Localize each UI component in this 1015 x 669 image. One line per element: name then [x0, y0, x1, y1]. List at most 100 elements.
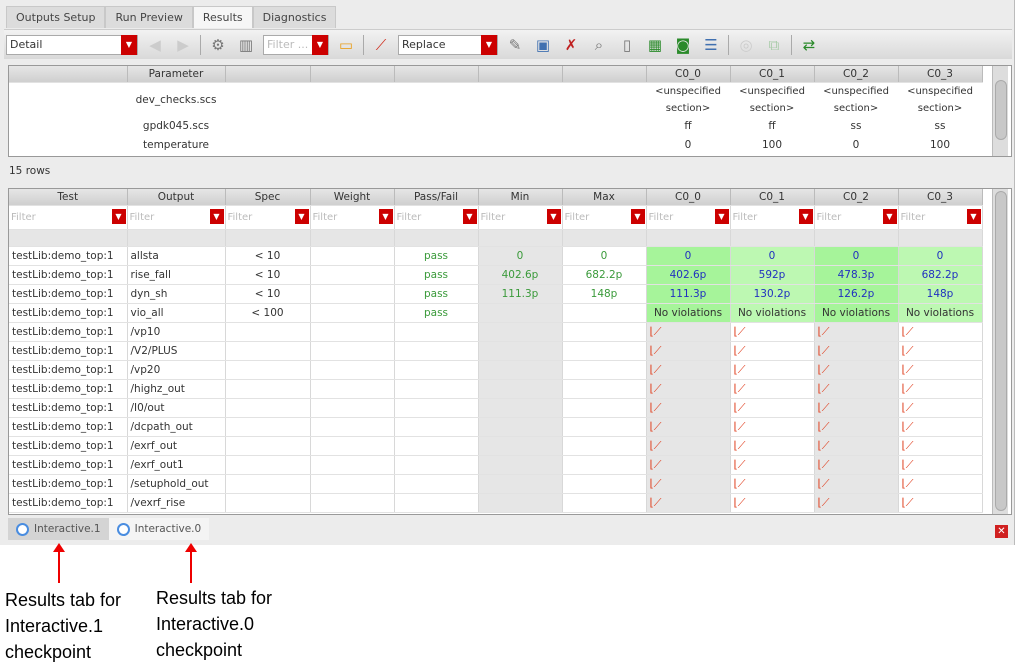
column-header[interactable]: Parameter [127, 66, 226, 83]
hierarchy-icon[interactable]: ⧉ [763, 34, 785, 56]
plot-icon[interactable]: ⌊⟋ [818, 439, 830, 452]
plot-icon[interactable]: ⌊⟋ [650, 458, 662, 471]
plot-cell[interactable]: ⌊⟋ [898, 436, 983, 456]
plot-cell[interactable]: ⌊⟋ [646, 436, 731, 456]
plot-cell[interactable]: ⌊⟋ [898, 474, 983, 494]
column-header[interactable]: C0_3 [898, 66, 983, 83]
plot-icon[interactable]: ⌊⟋ [734, 382, 746, 395]
plot-cell[interactable]: ⌊⟋ [814, 417, 899, 437]
annotate-icon[interactable]: ▭ [335, 34, 357, 56]
column-header[interactable]: Output [127, 189, 226, 206]
column-header[interactable]: C0_2 [814, 189, 899, 206]
plot-cell[interactable]: ⌊⟋ [814, 398, 899, 418]
plot-icon[interactable]: ⌊⟋ [818, 363, 830, 376]
plot-icon[interactable]: ⌊⟋ [734, 420, 746, 433]
plot-icon[interactable]: ⌊⟋ [650, 325, 662, 338]
plot-cell[interactable]: ⌊⟋ [730, 474, 815, 494]
plot-icon[interactable]: ⌊⟋ [734, 363, 746, 376]
plot-cell[interactable]: ⌊⟋ [814, 360, 899, 380]
plot-cell[interactable]: ⌊⟋ [646, 493, 731, 513]
plot-cell[interactable]: ⌊⟋ [646, 455, 731, 475]
tab-results[interactable]: Results [192, 6, 253, 28]
chevron-down-icon[interactable]: ▼ [546, 208, 561, 224]
table-row[interactable]: testLib:demo_top:1/exrf_out1 ⌊⟋ ⌊⟋ ⌊⟋ ⌊⟋ [9, 455, 983, 475]
zoom-icon[interactable]: ⌕ [588, 34, 610, 56]
table-row[interactable]: testLib:demo_top:1/highz_out ⌊⟋ ⌊⟋ ⌊⟋ ⌊⟋ [9, 379, 983, 399]
plot-icon[interactable]: ⌊⟋ [818, 325, 830, 338]
plot-icon[interactable]: ⌊⟋ [818, 382, 830, 395]
column-filter[interactable]: Filter ▼ [310, 205, 395, 230]
scrollbar[interactable] [992, 66, 1008, 156]
column-header[interactable] [310, 66, 395, 83]
plot-cell[interactable]: ⌊⟋ [646, 322, 731, 342]
gear-icon[interactable]: ⚙ [207, 34, 229, 56]
chevron-down-icon[interactable]: ▼ [209, 208, 224, 224]
column-filter[interactable]: Filter ▼ [562, 205, 647, 230]
terminal-icon[interactable]: ▦ [644, 34, 666, 56]
chevron-down-icon[interactable]: ▼ [882, 208, 897, 224]
plot-icon[interactable]: ⌊⟋ [902, 458, 914, 471]
column-filter[interactable]: Filter ▼ [730, 205, 815, 230]
plot-icon[interactable]: ⌊⟋ [650, 477, 662, 490]
columns-icon[interactable]: ▥ [235, 34, 257, 56]
column-filter[interactable]: Filter ▼ [814, 205, 899, 230]
stop-icon[interactable]: ◎ [735, 34, 757, 56]
tab-interactive-1[interactable]: Interactive.1 [8, 518, 109, 540]
column-header[interactable] [225, 66, 311, 83]
chevron-down-icon[interactable]: ▼ [630, 208, 645, 224]
plot-icon[interactable]: ⌊⟋ [650, 382, 662, 395]
plot-icon[interactable]: ⌊⟋ [902, 477, 914, 490]
pass-fail-icon[interactable]: ✗ [560, 34, 582, 56]
plot-icon[interactable]: ⌊⟋ [650, 401, 662, 414]
chevron-down-icon[interactable]: ▼ [462, 208, 477, 224]
plot-cell[interactable]: ⌊⟋ [730, 493, 815, 513]
plot-cell[interactable]: ⌊⟋ [730, 455, 815, 475]
table-row[interactable]: testLib:demo_top:1 dyn_sh < 10 pass 111.3p 14… [9, 284, 983, 304]
plot-icon[interactable]: ⌊⟋ [650, 439, 662, 452]
plot-icon[interactable]: ⌊⟋ [734, 458, 746, 471]
scrollbar-thumb[interactable] [995, 191, 1007, 511]
plot-cell[interactable]: ⌊⟋ [646, 379, 731, 399]
plot-icon[interactable]: ⌊⟋ [818, 458, 830, 471]
plot-cell[interactable]: ⌊⟋ [898, 360, 983, 380]
column-header[interactable]: Weight [310, 189, 395, 206]
plot-icon[interactable]: ⌊⟋ [734, 325, 746, 338]
plot-cell[interactable]: ⌊⟋ [646, 417, 731, 437]
filter-select[interactable]: Filter ... ▼ [263, 34, 329, 55]
plot-icon[interactable]: ⌊⟋ [650, 363, 662, 376]
plot-icon[interactable]: ⌊⟋ [902, 325, 914, 338]
column-header[interactable]: Min [478, 189, 563, 206]
column-header[interactable]: C0_1 [730, 66, 815, 83]
table-row[interactable]: testLib:demo_top:1/vp10 ⌊⟋ ⌊⟋ ⌊⟋ ⌊⟋ [9, 322, 983, 342]
forward-icon[interactable]: ▶ [172, 34, 194, 56]
column-filter[interactable]: Filter ▼ [646, 205, 731, 230]
plot-cell[interactable]: ⌊⟋ [898, 322, 983, 342]
column-header[interactable] [394, 66, 479, 83]
plot-mode-select[interactable]: Replace ▼ [398, 34, 498, 55]
plot-cell[interactable]: ⌊⟋ [730, 398, 815, 418]
plot-icon[interactable]: ⌊⟋ [902, 363, 914, 376]
column-filter[interactable]: Filter ▼ [478, 205, 563, 230]
table-row[interactable]: testLib:demo_top:1/vexrf_rise ⌊⟋ ⌊⟋ ⌊⟋ ⌊⟋ [9, 493, 983, 513]
database-icon[interactable]: ☰ [700, 34, 722, 56]
edit-icon[interactable]: ✎ [504, 34, 526, 56]
table-row[interactable]: testLib:demo_top:1/dcpath_out ⌊⟋ ⌊⟋ ⌊⟋ ⌊⟋ [9, 417, 983, 437]
plot-icon[interactable]: ⌊⟋ [734, 477, 746, 490]
plot-icon[interactable]: ⌊⟋ [902, 344, 914, 357]
plot-cell[interactable]: ⌊⟋ [814, 436, 899, 456]
chevron-down-icon[interactable]: ▼ [798, 208, 813, 224]
save-icon[interactable]: ▣ [532, 34, 554, 56]
export-icon[interactable]: ◙ [672, 34, 694, 56]
plot-cell[interactable]: ⌊⟋ [730, 417, 815, 437]
plot-icon[interactable]: ⌊⟋ [650, 420, 662, 433]
table-row[interactable]: testLib:demo_top:1 vio_all < 100 pass No vio… [9, 303, 983, 323]
column-header[interactable]: C0_3 [898, 189, 983, 206]
plot-icon[interactable]: ⌊⟋ [902, 401, 914, 414]
plot-icon[interactable]: ⌊⟋ [818, 401, 830, 414]
plot-icon[interactable]: ⟋ [370, 34, 392, 56]
column-header[interactable] [478, 66, 563, 83]
view-select[interactable]: Detail ▼ [6, 34, 138, 55]
column-header[interactable]: C0_1 [730, 189, 815, 206]
column-header[interactable]: C0_0 [646, 66, 731, 83]
chevron-down-icon[interactable]: ▼ [378, 208, 393, 224]
